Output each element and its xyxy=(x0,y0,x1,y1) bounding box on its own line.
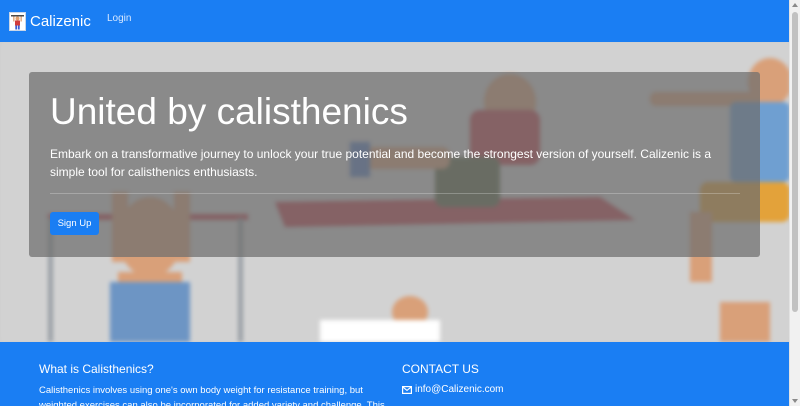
login-link[interactable]: Login xyxy=(107,13,131,24)
hero-card: United by calisthenics Embark on a trans… xyxy=(29,72,760,257)
scrollbar-thumb[interactable] xyxy=(792,12,798,312)
footer: What is Calisthenics? Calisthenics invol… xyxy=(0,342,790,406)
calizenic-logo-icon xyxy=(9,11,26,31)
brand-link[interactable]: Calizenic xyxy=(9,10,91,32)
hero-description: Embark on a transformative journey to un… xyxy=(50,147,712,179)
footer-about-title: What is Calisthenics? xyxy=(39,362,154,376)
scroll-up-arrow-icon[interactable] xyxy=(792,3,798,7)
hero-divider xyxy=(50,193,740,194)
footer-about-text: Calisthenics involves using one's own bo… xyxy=(39,385,385,406)
page: Calizenic Login United by calisthenics E… xyxy=(0,0,800,406)
footer-email-address[interactable]: info@Calizenic.com xyxy=(415,384,504,395)
hero-section: United by calisthenics Embark on a trans… xyxy=(0,42,790,342)
footer-contact-title: CONTACT US xyxy=(402,362,479,376)
scroll-down-arrow-icon[interactable] xyxy=(792,399,798,403)
vertical-scrollbar[interactable] xyxy=(789,0,800,406)
brand-name: Calizenic xyxy=(30,12,91,30)
navbar: Calizenic Login xyxy=(0,0,790,42)
signup-button[interactable]: Sign Up xyxy=(50,212,99,235)
hero-title: United by calisthenics xyxy=(50,91,408,132)
envelope-icon xyxy=(402,385,413,394)
footer-email[interactable]: info@Calizenic.com xyxy=(402,384,504,395)
